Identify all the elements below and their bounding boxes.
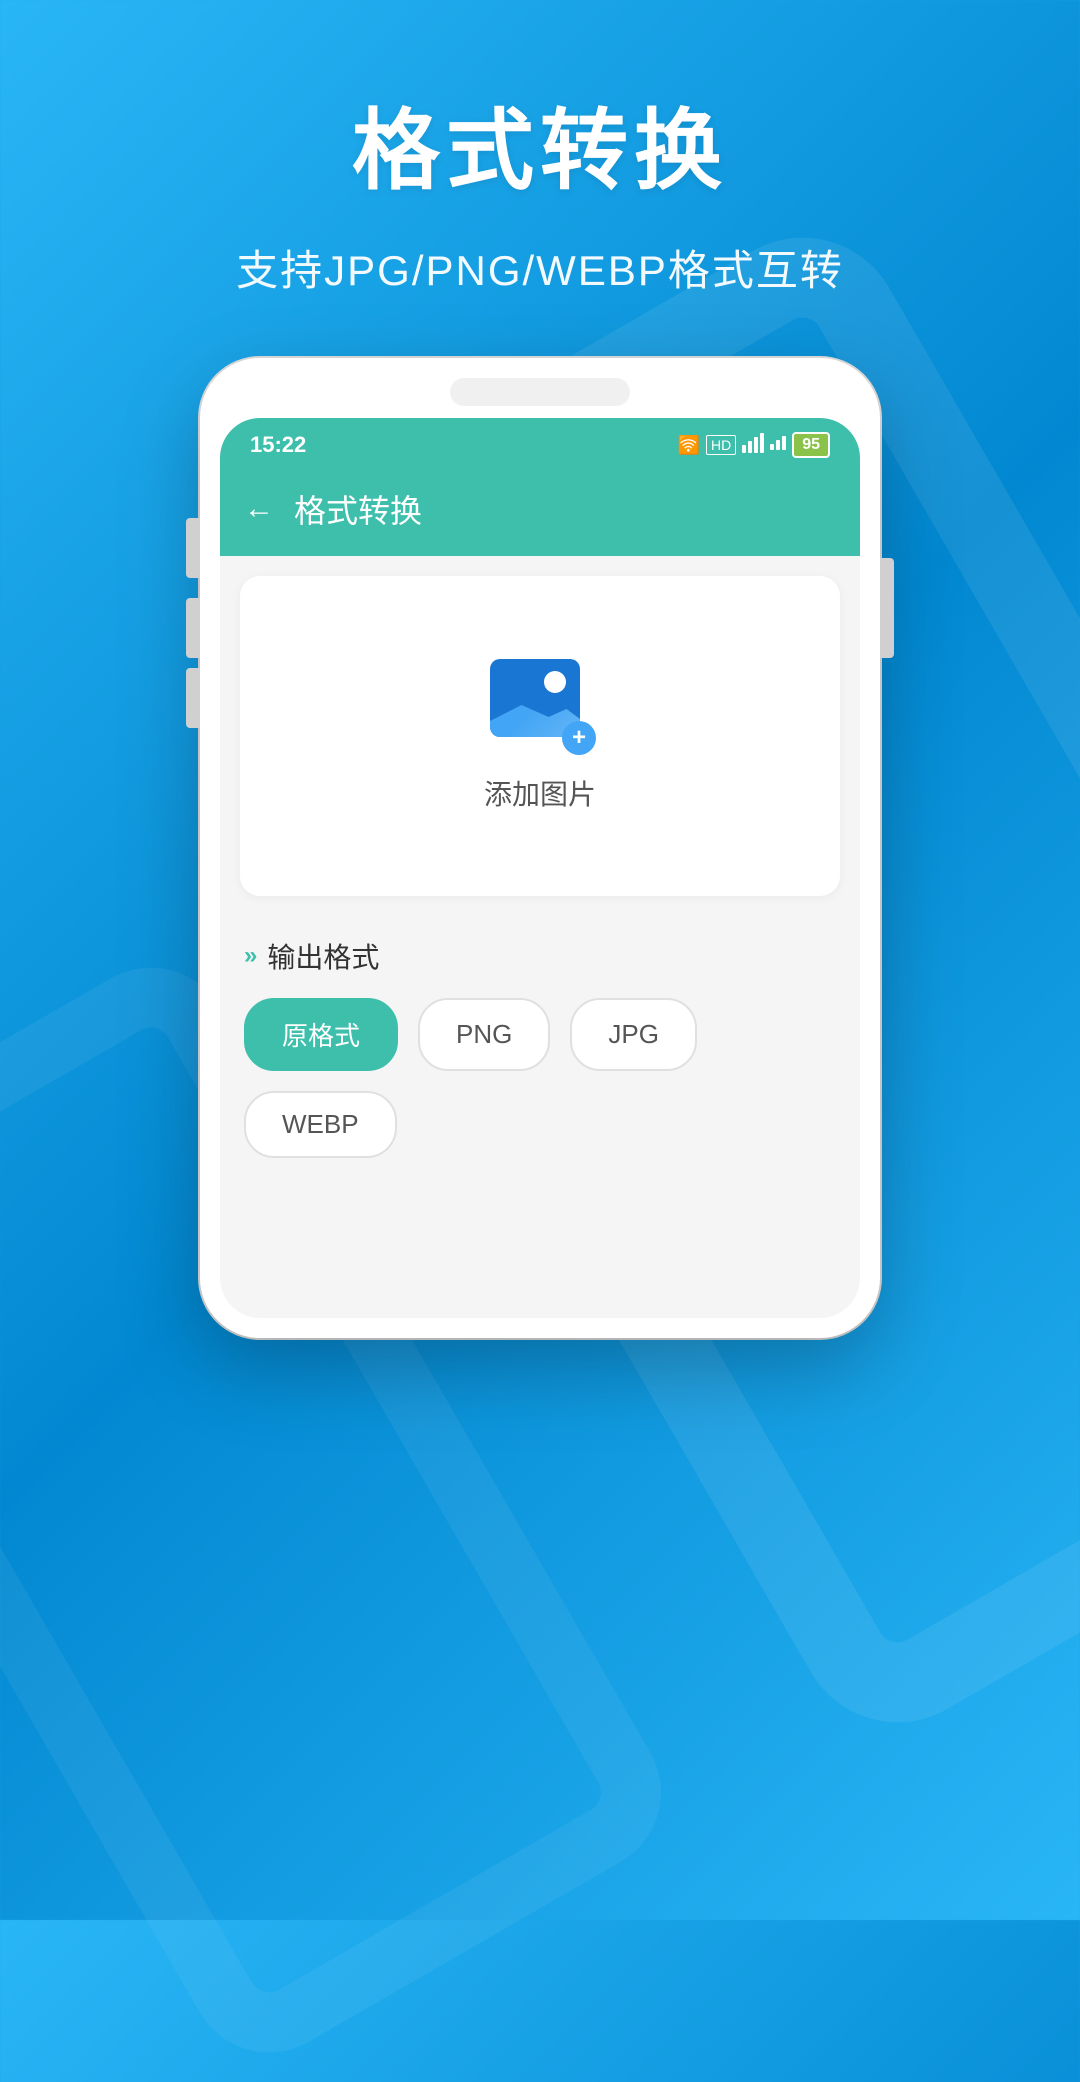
add-badge-icon: + [562,721,596,755]
section-arrow-icon: » [244,942,257,970]
status-bar: 15:22 🛜 HD [220,418,860,468]
sub-title: 支持JPG/PNG/WEBP格式互转 [0,237,1080,298]
section-header: » 输出格式 [244,936,836,976]
add-image-icon-container: + [490,659,590,749]
phone-wrapper: 15:22 🛜 HD [0,358,1080,1338]
phone-screen: 15:22 🛜 HD [220,418,860,1318]
battery-indicator: 95 [792,432,830,458]
format-buttons-group: 原格式 PNG JPG WEBP [244,998,836,1158]
status-time: 15:22 [250,432,306,458]
status-icons: 🛜 HD [678,432,830,458]
format-jpg-button[interactable]: JPG [570,998,697,1071]
format-webp-button[interactable]: WEBP [244,1091,397,1158]
format-original-button[interactable]: 原格式 [244,998,398,1071]
content-area: + 添加图片 » 输出格式 原格式 PNG JPG WEBP [220,556,860,1256]
phone-mockup: 15:22 🛜 HD [200,358,880,1338]
back-button[interactable]: ← [244,492,274,526]
main-title: 格式转换 [0,80,1080,207]
top-section: 格式转换 支持JPG/PNG/WEBP格式互转 [0,0,1080,358]
add-image-card[interactable]: + 添加图片 [240,576,840,896]
app-bar: ← 格式转换 [220,468,860,556]
signal-2g-icon [770,436,786,454]
signal-4g-icon [742,433,764,458]
app-bar-title: 格式转换 [294,486,422,532]
format-png-button[interactable]: PNG [418,998,550,1071]
wifi-icon: 🛜 [678,435,700,456]
output-format-label: 输出格式 [267,936,379,976]
output-format-section: » 输出格式 原格式 PNG JPG WEBP [240,936,840,1158]
hd-icon: HD [706,435,736,455]
phone-notch [450,378,630,406]
add-image-label: 添加图片 [484,773,596,813]
